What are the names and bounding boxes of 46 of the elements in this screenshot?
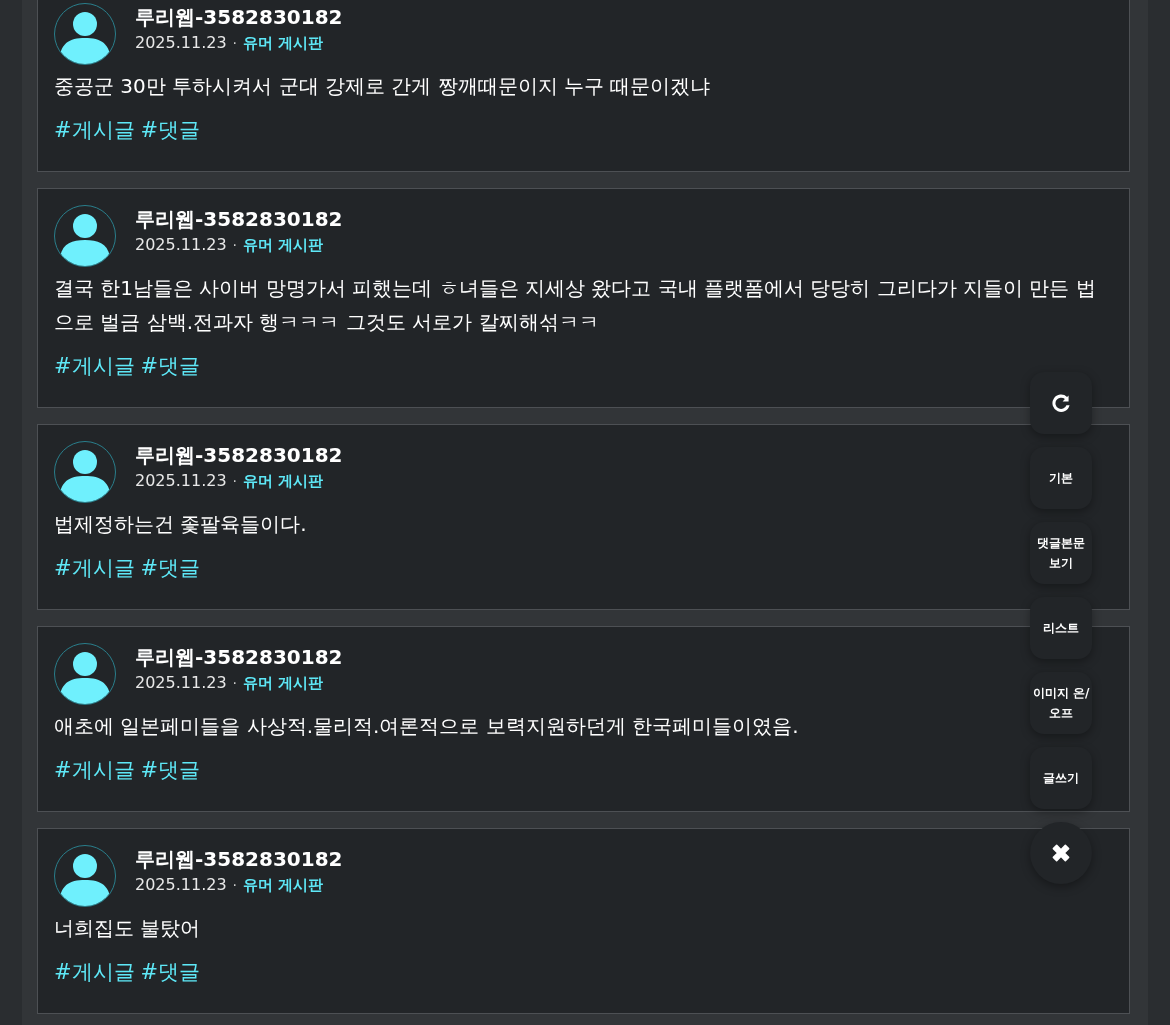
comment-text: 중공군 30만 투하시켜서 군대 강제로 간게 짱깨때문이지 누구 때문이겠냐 xyxy=(54,73,711,100)
separator-dot: · xyxy=(232,473,238,489)
post-date: 2025.11.23 xyxy=(135,32,227,54)
avatar-icon xyxy=(54,3,116,65)
comment-text: 결국 한1남들은 사이버 망명가서 피했는데 ㅎ녀들은 지세상 왔다고 국내 플랫폼에서 당당히 그리다가 지들이 만든 법으로 벌금 삼백.전과자 행ㅋㅋㅋ 그것도 서로가 칼찌해섞ㅋㅋ xyxy=(54,275,1097,336)
hashtag-link[interactable]: #게시글 xyxy=(54,755,135,785)
author-name[interactable]: 루리웹-3582830182 xyxy=(135,441,343,469)
refresh-button[interactable] xyxy=(1030,372,1092,434)
avatar-icon xyxy=(54,845,116,907)
comment-text: 너희집도 불탔어 xyxy=(54,915,201,942)
comment-text: 법제정하는건 좇팔육들이다. xyxy=(54,511,307,538)
board-link[interactable]: 유머 게시판 xyxy=(243,33,324,53)
hashtag-link[interactable]: #게시글 xyxy=(54,351,135,381)
separator-dot: · xyxy=(232,237,238,253)
avatar-icon xyxy=(54,441,116,503)
menu-button[interactable]: 이미지 온/ 오프 xyxy=(1030,672,1092,734)
hashtag-link[interactable]: #게시글 xyxy=(54,957,135,987)
board-link[interactable]: 유머 게시판 xyxy=(243,875,324,895)
board-link[interactable]: 유머 게시판 xyxy=(243,235,324,255)
menu-button[interactable]: 글쓰기 xyxy=(1030,747,1092,809)
menu-button[interactable]: 리스트 xyxy=(1030,597,1092,659)
separator-dot: · xyxy=(232,877,238,893)
hashtag-link[interactable]: #댓글 xyxy=(140,755,201,785)
avatar-icon xyxy=(54,205,116,267)
author-name[interactable]: 루리웹-3582830182 xyxy=(135,643,343,671)
hashtag-link[interactable]: #댓글 xyxy=(140,351,201,381)
separator-dot: · xyxy=(232,675,238,691)
avatar-icon xyxy=(54,643,116,705)
hashtag-link[interactable]: #게시글 xyxy=(54,115,135,145)
separator-dot: · xyxy=(232,35,238,51)
author-name[interactable]: 루리웹-3582830182 xyxy=(135,845,343,873)
author-name[interactable]: 루리웹-3582830182 xyxy=(135,3,343,31)
hashtag-link[interactable]: #댓글 xyxy=(140,553,201,583)
post-date: 2025.11.23 xyxy=(135,234,227,256)
author-name[interactable]: 루리웹-3582830182 xyxy=(135,205,343,233)
post-date: 2025.11.23 xyxy=(135,672,227,694)
menu-button[interactable]: 기본 xyxy=(1030,447,1092,509)
hashtag-link[interactable]: #게시글 xyxy=(54,553,135,583)
hashtag-link[interactable]: #댓글 xyxy=(140,115,201,145)
board-link[interactable]: 유머 게시판 xyxy=(243,471,324,491)
board-link[interactable]: 유머 게시판 xyxy=(243,673,324,693)
post-date: 2025.11.23 xyxy=(135,874,227,896)
post-date: 2025.11.23 xyxy=(135,470,227,492)
hashtag-link[interactable]: #댓글 xyxy=(140,957,201,987)
comment-text: 애초에 일본페미들을 사상적.물리적.여론적으로 보력지원하던게 한국페미들이였음. xyxy=(54,713,799,740)
menu-button[interactable]: 댓글본문 보기 xyxy=(1030,522,1092,584)
